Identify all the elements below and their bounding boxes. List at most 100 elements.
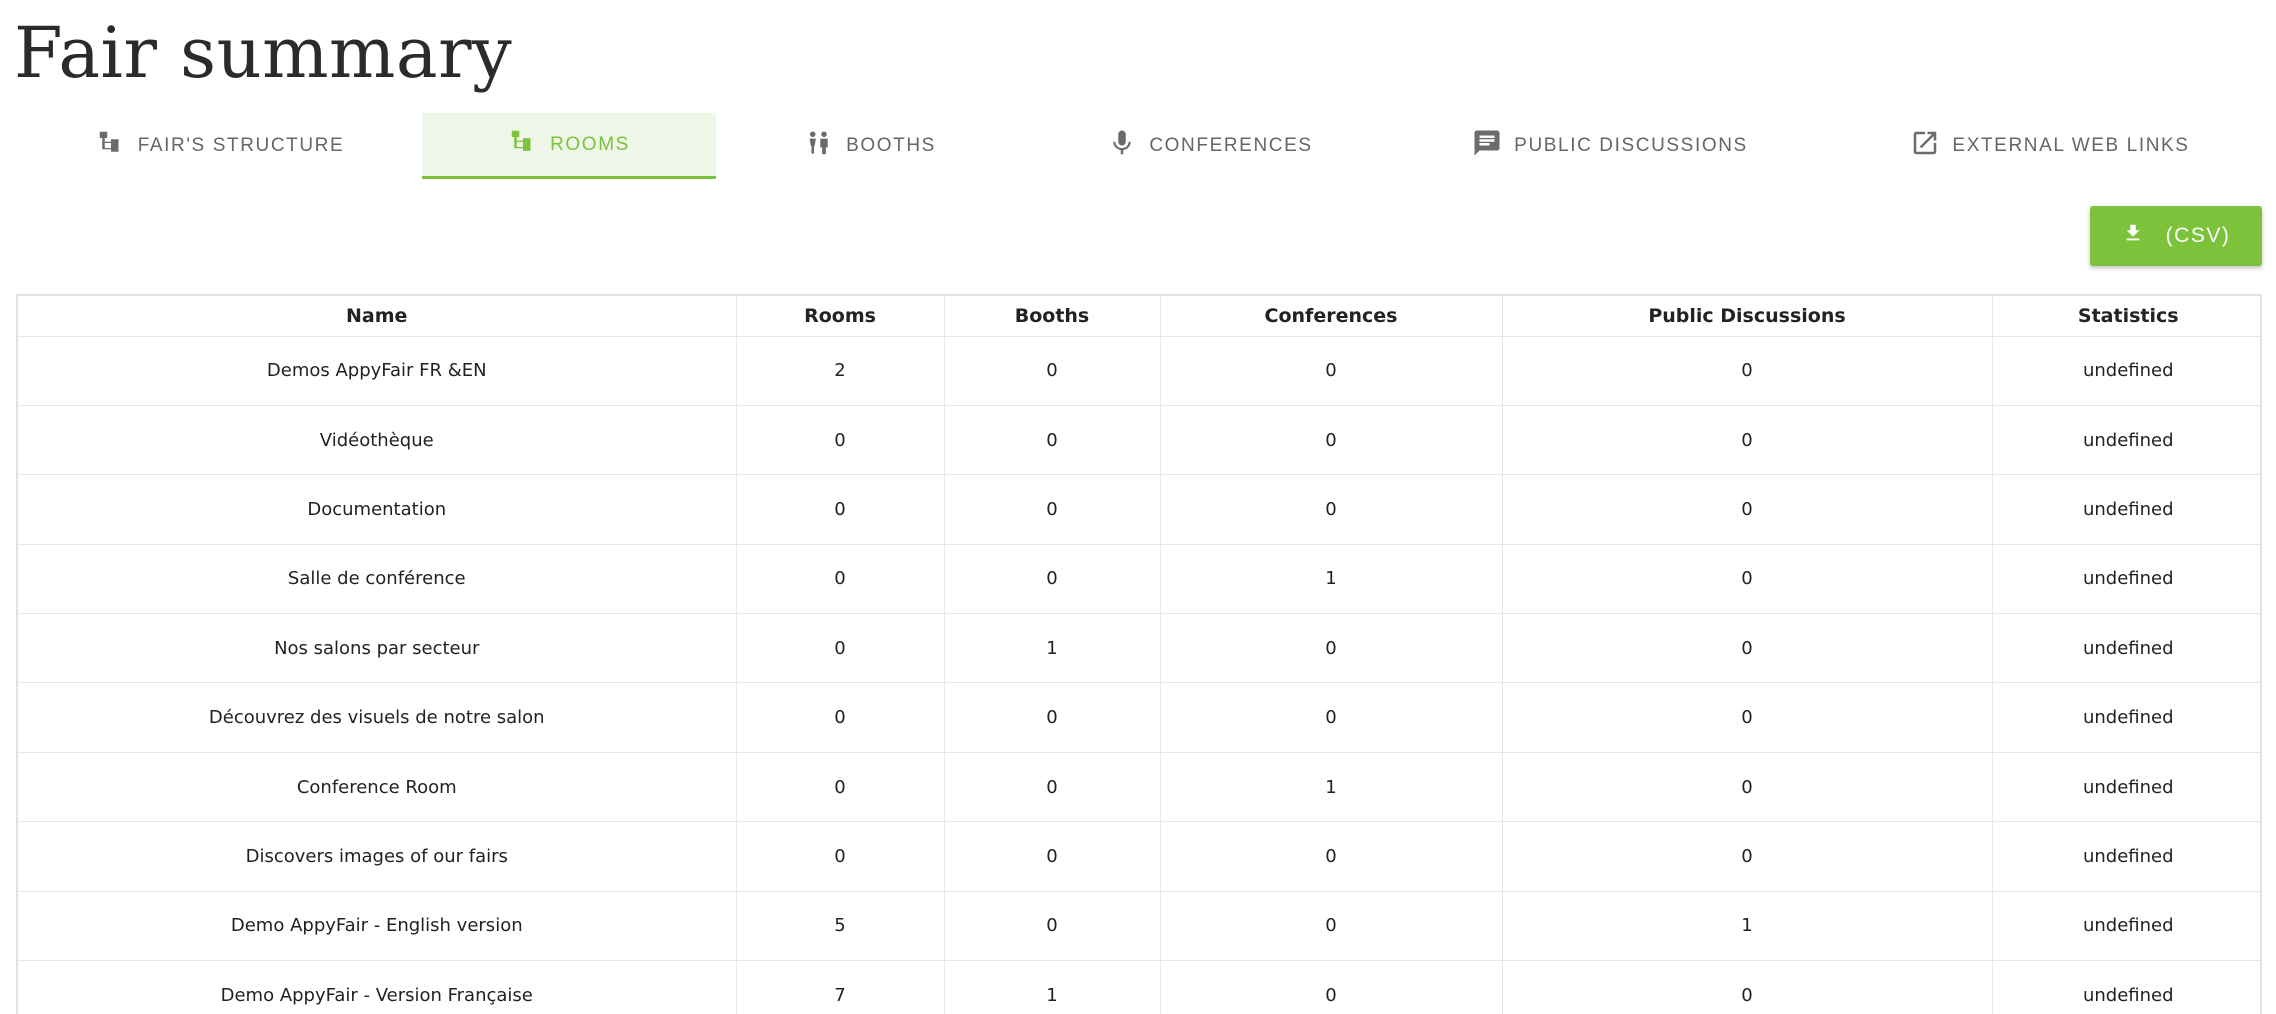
cell-public-discussions: 0 xyxy=(1502,960,1993,1014)
cell-name: Demo AppyFair - Version Française xyxy=(18,960,737,1014)
cell-statistics: undefined xyxy=(1992,752,2260,823)
tab-fairs-structure[interactable]: FAIR'S STRUCTURE xyxy=(85,113,355,179)
cell-rooms: 0 xyxy=(736,682,945,753)
cell-public-discussions: 0 xyxy=(1502,405,1993,476)
header-rooms[interactable]: Rooms xyxy=(736,296,945,337)
cell-rooms: 7 xyxy=(736,960,945,1014)
tab-bar: FAIR'S STRUCTURE ROOMS BOOTHS CONFERENCE… xyxy=(0,113,2276,179)
cell-public-discussions: 0 xyxy=(1502,474,1993,545)
tree-structure-icon xyxy=(96,128,126,164)
cell-conferences: 0 xyxy=(1160,821,1503,892)
cell-statistics: undefined xyxy=(1992,891,2260,962)
table-row[interactable]: Documentation 0 0 0 0 undefined xyxy=(18,474,2260,545)
cell-name: Vidéothèque xyxy=(18,405,737,476)
external-link-icon xyxy=(1910,128,1940,164)
cell-public-discussions: 0 xyxy=(1502,682,1993,753)
microphone-icon xyxy=(1107,128,1137,164)
cell-conferences: 0 xyxy=(1160,891,1503,962)
cell-public-discussions: 0 xyxy=(1502,821,1993,892)
cell-rooms: 0 xyxy=(736,405,945,476)
table-row[interactable]: Nos salons par secteur 0 1 0 0 undefined xyxy=(18,613,2260,684)
header-statistics[interactable]: Statistics xyxy=(1992,296,2260,337)
cell-statistics: undefined xyxy=(1992,613,2260,684)
tab-label: ROOMS xyxy=(550,133,630,155)
cell-rooms: 0 xyxy=(736,821,945,892)
table-row[interactable]: Demo AppyFair - English version 5 0 0 1 … xyxy=(18,891,2260,962)
table-row[interactable]: Demo AppyFair - Version Française 7 1 0 … xyxy=(18,960,2260,1014)
tab-conferences[interactable]: CONFERENCES xyxy=(1090,113,1330,179)
download-icon xyxy=(2122,222,2144,250)
header-name[interactable]: Name xyxy=(18,296,737,337)
cell-booths: 0 xyxy=(944,891,1161,962)
cell-statistics: undefined xyxy=(1992,821,2260,892)
cell-name: Salle de conférence xyxy=(18,544,737,615)
cell-statistics: undefined xyxy=(1992,682,2260,753)
cell-conferences: 0 xyxy=(1160,682,1503,753)
cell-conferences: 0 xyxy=(1160,336,1503,406)
table-row[interactable]: Conference Room 0 0 1 0 undefined xyxy=(18,752,2260,823)
cell-booths: 0 xyxy=(944,405,1161,476)
cell-rooms: 0 xyxy=(736,613,945,684)
people-icon xyxy=(804,128,834,164)
tab-label: PUBLIC DISCUSSIONS xyxy=(1514,135,1748,156)
tab-label: FAIR'S STRUCTURE xyxy=(137,135,345,156)
cell-statistics: undefined xyxy=(1992,405,2260,476)
cell-name: Documentation xyxy=(18,474,737,545)
cell-name: Discovers images of our fairs xyxy=(18,821,737,892)
table-row[interactable]: Discovers images of our fairs 0 0 0 0 un… xyxy=(18,821,2260,892)
cell-conferences: 0 xyxy=(1160,613,1503,684)
tab-booths[interactable]: BOOTHS xyxy=(770,113,970,179)
tab-label: BOOTHS xyxy=(846,135,936,156)
header-conferences[interactable]: Conferences xyxy=(1160,296,1503,337)
cell-public-discussions: 0 xyxy=(1502,336,1993,406)
table-row[interactable]: Découvrez des visuels de notre salon 0 0… xyxy=(18,682,2260,753)
cell-booths: 0 xyxy=(944,752,1161,823)
table-row[interactable]: Vidéothèque 0 0 0 0 undefined xyxy=(18,405,2260,476)
cell-booths: 0 xyxy=(944,682,1161,753)
cell-public-discussions: 0 xyxy=(1502,752,1993,823)
cell-conferences: 0 xyxy=(1160,960,1503,1014)
table-row[interactable]: Salle de conférence 0 0 1 0 undefined xyxy=(18,544,2260,615)
cell-rooms: 2 xyxy=(736,336,945,406)
table-row[interactable]: Demos AppyFair FR &EN 2 0 0 0 undefined xyxy=(18,336,2260,406)
cell-statistics: undefined xyxy=(1992,474,2260,545)
cell-booths: 1 xyxy=(944,960,1161,1014)
cell-name: Demo AppyFair - English version xyxy=(18,891,737,962)
table-header-row: Name Rooms Booths Conferences Public Dis… xyxy=(18,296,2260,337)
cell-name: Découvrez des visuels de notre salon xyxy=(18,682,737,753)
cell-name: Conference Room xyxy=(18,752,737,823)
cell-booths: 0 xyxy=(944,336,1161,406)
cell-rooms: 5 xyxy=(736,891,945,962)
tab-label: EXTERNAL WEB LINKS xyxy=(1952,135,2190,156)
tab-rooms[interactable]: ROOMS xyxy=(422,113,716,179)
cell-conferences: 1 xyxy=(1160,544,1503,615)
cell-statistics: undefined xyxy=(1992,336,2260,406)
cell-booths: 0 xyxy=(944,474,1161,545)
cell-conferences: 0 xyxy=(1160,474,1503,545)
cell-name: Demos AppyFair FR &EN xyxy=(18,336,737,406)
cell-public-discussions: 0 xyxy=(1502,544,1993,615)
chat-bubble-icon xyxy=(1472,128,1502,164)
cell-conferences: 1 xyxy=(1160,752,1503,823)
cell-booths: 0 xyxy=(944,544,1161,615)
cell-name: Nos salons par secteur xyxy=(18,613,737,684)
download-csv-button[interactable]: (CSV) xyxy=(2090,206,2262,266)
cell-booths: 1 xyxy=(944,613,1161,684)
tree-structure-icon xyxy=(508,127,538,163)
cell-rooms: 0 xyxy=(736,752,945,823)
cell-rooms: 0 xyxy=(736,544,945,615)
cell-booths: 0 xyxy=(944,821,1161,892)
tab-label: CONFERENCES xyxy=(1149,135,1313,156)
csv-button-label: (CSV) xyxy=(2165,224,2231,247)
cell-public-discussions: 1 xyxy=(1502,891,1993,962)
header-booths[interactable]: Booths xyxy=(944,296,1161,337)
tab-public-discussions[interactable]: PUBLIC DISCUSSIONS xyxy=(1465,113,1755,179)
cell-conferences: 0 xyxy=(1160,405,1503,476)
header-public-discussions[interactable]: Public Discussions xyxy=(1502,296,1993,337)
page-title: Fair summary xyxy=(14,12,513,94)
tab-external-web-links[interactable]: EXTERNAL WEB LINKS xyxy=(1905,113,2195,179)
rooms-table: Name Rooms Booths Conferences Public Dis… xyxy=(16,294,2262,1014)
cell-statistics: undefined xyxy=(1992,960,2260,1014)
cell-public-discussions: 0 xyxy=(1502,613,1993,684)
cell-statistics: undefined xyxy=(1992,544,2260,615)
